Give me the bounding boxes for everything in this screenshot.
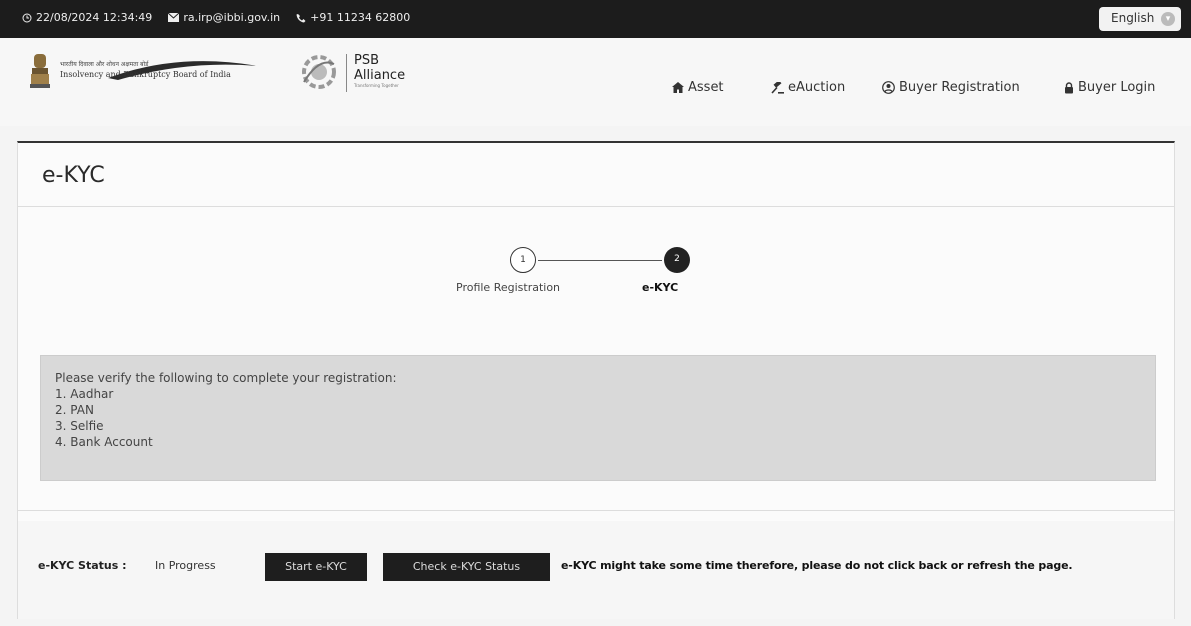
- clock-icon: [22, 13, 32, 22]
- nav-buyer-login[interactable]: Buyer Login: [1064, 80, 1155, 95]
- nav-asset[interactable]: Asset: [672, 80, 724, 95]
- language-value: English: [1111, 11, 1155, 25]
- phone[interactable]: +91 11234 62800: [296, 11, 418, 24]
- nav-eauction-label: eAuction: [788, 80, 846, 95]
- nav-buyer-registration-label: Buyer Registration: [899, 80, 1020, 95]
- step-connector: [538, 260, 662, 261]
- registration-stepper: 1 2 Profile Registration e-KYC: [456, 241, 736, 301]
- ibbi-logo[interactable]: भारतीय दिवाला और शोधन अक्षमता बोर्ड Inso…: [28, 52, 268, 96]
- page-title: e-KYC: [42, 163, 105, 188]
- psb-tagline: Transforming Together: [354, 83, 399, 88]
- national-emblem-icon: [30, 54, 50, 88]
- status-divider: [18, 510, 1174, 511]
- ekyc-status-row: e-KYC Status : In Progress Start e-KYC C…: [18, 521, 1174, 619]
- home-icon: [672, 82, 684, 93]
- instruction-item: 4. Bank Account: [55, 435, 153, 449]
- site-header: भारतीय दिवाला और शोधन अक्षमता बोर्ड Inso…: [0, 38, 1191, 126]
- instruction-item: 2. PAN: [55, 403, 94, 417]
- lock-icon: [1065, 81, 1073, 93]
- email-text: ra.irp@ibbi.gov.in: [183, 11, 281, 24]
- ekyc-status-label: e-KYC Status :: [38, 559, 127, 572]
- language-select[interactable]: English ▾: [1099, 7, 1181, 31]
- nav-asset-label: Asset: [688, 80, 724, 95]
- gavel-icon: [771, 81, 784, 94]
- ekyc-status-value: In Progress: [155, 559, 216, 572]
- ekyc-card: e-KYC 1 2 Profile Registration e-KYC Ple…: [17, 141, 1175, 619]
- user-circle-icon: [882, 81, 895, 94]
- phone-icon: [296, 13, 306, 22]
- step-1-label: Profile Registration: [456, 281, 561, 294]
- phone-text: +91 11234 62800: [310, 11, 411, 24]
- datetime: 22/08/2024 12:34:49: [22, 11, 160, 24]
- psb-divider: [346, 54, 347, 92]
- verification-info-box: Please verify the following to complete …: [40, 355, 1156, 481]
- psb-line2: Alliance: [354, 68, 406, 83]
- ekyc-warning-text: e-KYC might take some time therefore, pl…: [561, 559, 1073, 572]
- psb-name: PSB Alliance Transforming Together: [354, 53, 405, 89]
- ibbi-hindi-name: भारतीय दिवाला और शोधन अक्षमता बोर्ड: [60, 61, 149, 68]
- psb-globe-icon: [302, 55, 336, 89]
- envelope-icon: [168, 13, 180, 22]
- chevron-down-icon: ▾: [1161, 12, 1175, 26]
- top-bar: 22/08/2024 12:34:49 ra.irp@ibbi.gov.in +…: [0, 0, 1191, 38]
- contact-info: 22/08/2024 12:34:49 ra.irp@ibbi.gov.in +…: [22, 11, 426, 24]
- email[interactable]: ra.irp@ibbi.gov.in: [168, 11, 288, 24]
- nav-buyer-login-label: Buyer Login: [1078, 80, 1156, 95]
- step-1-circle: 1: [510, 247, 536, 273]
- start-ekyc-button[interactable]: Start e-KYC: [265, 553, 367, 581]
- psb-alliance-logo[interactable]: PSB Alliance Transforming Together: [298, 48, 458, 98]
- step-2-label: e-KYC: [642, 281, 679, 294]
- step-2-circle: 2: [664, 247, 690, 273]
- nav-buyer-registration[interactable]: Buyer Registration: [882, 80, 1020, 95]
- datetime-text: 22/08/2024 12:34:49: [36, 11, 153, 24]
- nav-eauction[interactable]: eAuction: [771, 80, 845, 95]
- title-divider: [18, 206, 1174, 207]
- instruction-item: 1. Aadhar: [55, 387, 114, 401]
- ibbi-name: Insolvency and Bankruptcy Board of India: [60, 70, 231, 79]
- psb-line1: PSB: [354, 53, 380, 68]
- check-ekyc-status-button[interactable]: Check e-KYC Status: [383, 553, 550, 581]
- instruction-item: 3. Selfie: [55, 419, 104, 433]
- instructions-intro: Please verify the following to complete …: [55, 371, 397, 385]
